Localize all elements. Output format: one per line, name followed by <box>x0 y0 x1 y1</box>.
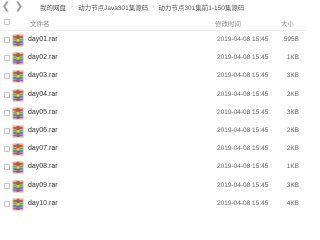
file-size: 3KB <box>286 181 299 189</box>
file-size: 2KB <box>286 145 299 153</box>
file-modified-date: 2019-04-08 15:45 <box>217 36 269 43</box>
rar-archive-icon <box>12 106 24 120</box>
file-name[interactable]: day06.rar <box>28 127 58 134</box>
file-name[interactable]: day10.rar <box>28 200 58 207</box>
file-modified-date: 2019-04-08 15:45 <box>217 54 269 62</box>
file-row[interactable]: day08.rar 2019-04-08 15:45 1KB <box>0 158 306 176</box>
file-name[interactable]: day01.rar <box>28 36 58 43</box>
breadcrumb-item-my-netdisk[interactable]: 我的网盘 <box>40 2 66 12</box>
rar-archive-icon <box>12 161 24 175</box>
file-row[interactable]: day01.rar 2019-04-08 15:45 595B <box>0 31 306 49</box>
back-button[interactable]: ❮ <box>1 0 11 13</box>
file-row[interactable]: day03.rar 2019-04-08 15:45 3KB <box>0 67 306 85</box>
row-checkbox[interactable] <box>4 91 10 98</box>
rar-archive-icon <box>12 125 24 138</box>
rar-archive-icon <box>12 179 24 193</box>
rar-archive-icon <box>12 143 24 156</box>
select-all-checkbox[interactable] <box>4 19 10 25</box>
row-checkbox[interactable] <box>4 200 10 207</box>
file-size: 1KB <box>286 54 299 62</box>
rar-archive-icon <box>12 34 24 47</box>
file-size: 2KB <box>286 127 299 134</box>
row-checkbox[interactable] <box>4 146 10 153</box>
file-name[interactable]: day03.rar <box>28 72 58 79</box>
file-modified-date: 2019-04-08 15:45 <box>217 108 269 116</box>
file-size: 1KB <box>286 163 299 171</box>
breadcrumb-item-java-source[interactable]: 动力节点Java301集源码 <box>78 2 148 12</box>
file-name[interactable]: day02.rar <box>28 54 58 61</box>
chevron-right-icon: ❯ <box>14 1 24 12</box>
file-row[interactable]: day06.rar 2019-04-08 15:45 2KB <box>0 122 306 140</box>
forward-button[interactable]: ❯ <box>14 0 24 13</box>
row-checkbox[interactable] <box>4 37 10 43</box>
file-row[interactable]: day10.rar 2019-04-08 15:45 4KB <box>0 195 306 213</box>
file-size: 595B <box>283 36 299 43</box>
file-list-header: 文件名 修改时间 大小 <box>0 17 306 28</box>
file-row[interactable]: day02.rar 2019-04-08 15:45 1KB <box>0 49 306 67</box>
rar-archive-icon <box>12 197 24 211</box>
row-checkbox[interactable] <box>4 128 10 134</box>
row-checkbox[interactable] <box>4 164 10 171</box>
file-modified-date: 2019-04-08 15:45 <box>217 127 269 134</box>
file-size: 2KB <box>286 90 299 98</box>
file-size: 4KB <box>286 199 299 207</box>
file-row[interactable]: day04.rar 2019-04-08 15:45 2KB <box>0 86 306 104</box>
chevron-left-icon: ❮ <box>1 1 11 12</box>
file-size: 3KB <box>286 108 299 116</box>
file-modified-date: 2019-04-08 15:45 <box>217 145 269 153</box>
row-checkbox[interactable] <box>4 182 10 189</box>
file-row[interactable]: day09.rar 2019-04-08 15:45 3KB <box>0 177 306 195</box>
breadcrumb-separator-icon: › <box>152 3 155 10</box>
file-name[interactable]: day09.rar <box>28 182 58 189</box>
toolbar: ❮ ❯ 我的网盘 › 动力节点Java301集源码 › 动力节点301集前1-1… <box>0 0 306 13</box>
file-name[interactable]: day04.rar <box>28 91 58 98</box>
file-size: 3KB <box>286 72 299 80</box>
file-row[interactable]: day07.rar 2019-04-08 15:45 2KB <box>0 140 306 158</box>
file-modified-date: 2019-04-08 15:45 <box>217 90 269 98</box>
rar-archive-icon <box>12 52 24 65</box>
file-name[interactable]: day08.rar <box>28 163 58 170</box>
column-header-name[interactable]: 文件名 <box>30 18 50 28</box>
column-header-date[interactable]: 修改时间 <box>215 18 241 28</box>
rar-archive-icon <box>12 88 24 102</box>
breadcrumb-item-current-folder: 动力节点301集前1-150集源码 <box>158 4 245 12</box>
file-row[interactable]: day05.rar 2019-04-08 15:45 3KB <box>0 104 306 122</box>
file-modified-date: 2019-04-08 15:45 <box>217 181 269 189</box>
file-modified-date: 2019-04-08 15:45 <box>217 72 269 80</box>
breadcrumb-separator-icon: › <box>71 3 74 10</box>
breadcrumb: 我的网盘 › 动力节点Java301集源码 › 动力节点301集前1-150集源… <box>40 2 244 12</box>
file-name[interactable]: day05.rar <box>28 109 58 116</box>
row-checkbox[interactable] <box>4 73 10 80</box>
row-checkbox[interactable] <box>4 109 10 116</box>
column-header-size[interactable]: 大小 <box>281 18 294 28</box>
file-modified-date: 2019-04-08 15:45 <box>217 199 269 207</box>
row-checkbox[interactable] <box>4 55 10 62</box>
rar-archive-icon <box>12 70 24 84</box>
file-name[interactable]: day07.rar <box>28 145 58 152</box>
file-modified-date: 2019-04-08 15:45 <box>217 163 269 171</box>
